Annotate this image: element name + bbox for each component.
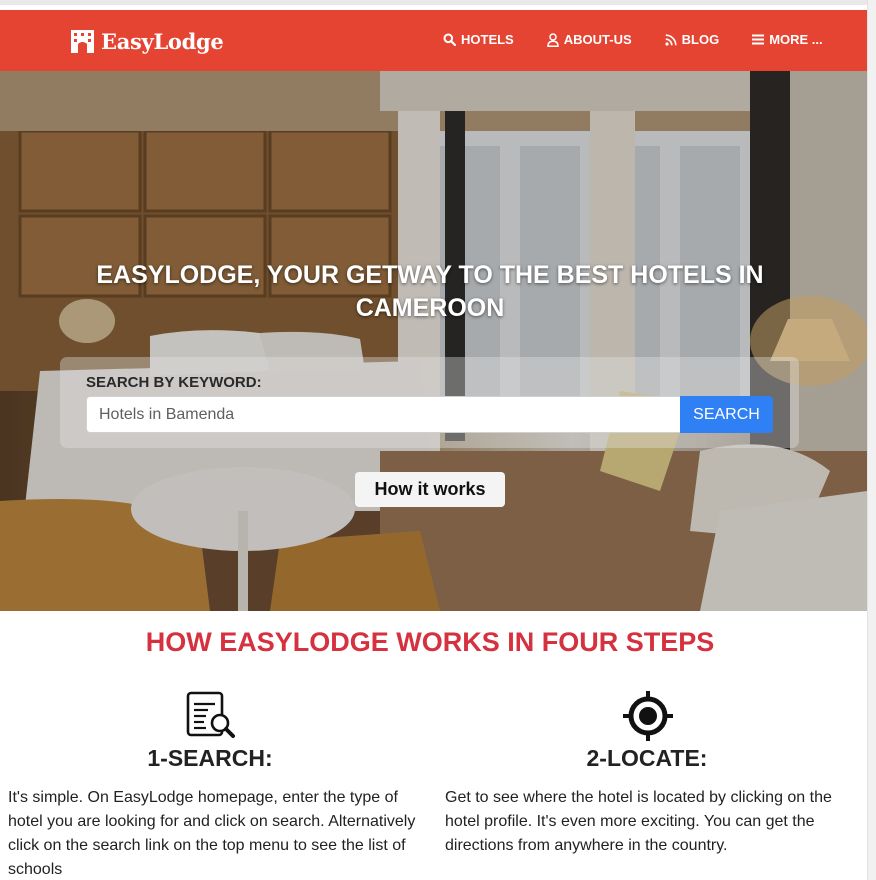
nav-item-blog[interactable]: BLOG bbox=[665, 32, 720, 47]
search-input[interactable] bbox=[86, 396, 681, 433]
main-nav: HOTELS ABOUT-US BLOG MORE ... bbox=[443, 32, 823, 47]
nav-item-label: MORE ... bbox=[769, 32, 823, 47]
brand-logo-link[interactable]: EasyLodge bbox=[70, 28, 224, 54]
step-description: It's simple. On EasyLodge homepage, ente… bbox=[8, 789, 416, 878]
hotel-building-icon bbox=[71, 30, 94, 53]
rss-icon bbox=[665, 33, 677, 46]
hero-banner: EASYLODGE, YOUR GETWAY TO THE BEST HOTEL… bbox=[0, 71, 867, 611]
location-target-icon bbox=[623, 691, 673, 741]
step-description: Get to see where the hotel is located by… bbox=[445, 789, 832, 854]
search-panel: SEARCH BY KEYWORD: SEARCH bbox=[60, 357, 799, 448]
page: EasyLodge HOTELS ABOUT-US BLOG MORE ... … bbox=[0, 0, 867, 880]
nav-item-more[interactable]: MORE ... bbox=[752, 32, 823, 47]
nav-item-label: HOTELS bbox=[461, 32, 514, 47]
hero-overlay bbox=[0, 71, 867, 611]
document-search-icon bbox=[186, 691, 235, 738]
vertical-scrollbar[interactable] bbox=[867, 0, 876, 880]
how-it-works-button[interactable]: How it works bbox=[355, 472, 505, 507]
hero-title: EASYLODGE, YOUR GETWAY TO THE BEST HOTEL… bbox=[96, 261, 764, 322]
user-icon bbox=[546, 32, 559, 47]
nav-item-hotels[interactable]: HOTELS bbox=[443, 32, 514, 47]
nav-item-label: ABOUT-US bbox=[563, 32, 632, 47]
nav-item-about-us[interactable]: ABOUT-US bbox=[546, 32, 632, 47]
nav-item-label: BLOG bbox=[681, 32, 720, 47]
step-title: 2-LOCATE: bbox=[586, 745, 708, 771]
steps-section-title: HOW EASYLODGE WORKS IN FOUR STEPS bbox=[145, 627, 715, 657]
search-label: SEARCH BY KEYWORD: bbox=[86, 374, 262, 391]
menu-bars-icon bbox=[752, 34, 765, 45]
brand-name: EasyLodge bbox=[101, 28, 224, 54]
navbar: EasyLodge HOTELS ABOUT-US BLOG MORE ... bbox=[0, 10, 867, 71]
search-icon bbox=[443, 33, 456, 46]
step-title: 1-SEARCH: bbox=[147, 745, 273, 771]
search-button[interactable]: SEARCH bbox=[680, 396, 773, 433]
